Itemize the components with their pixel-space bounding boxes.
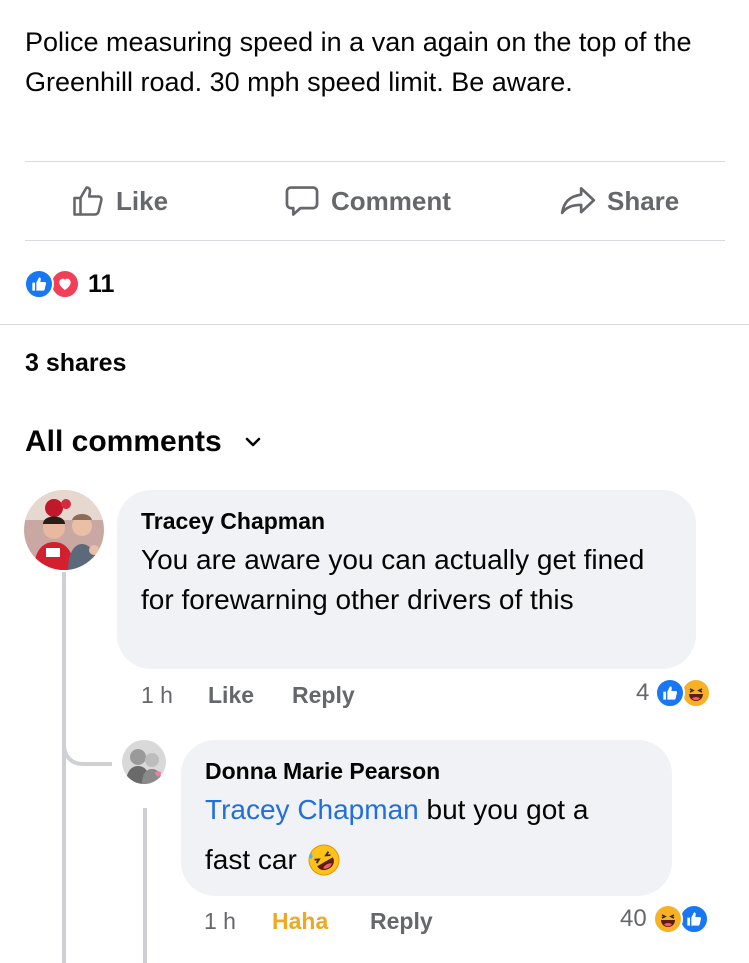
haha-icon	[652, 904, 683, 934]
divider-actions	[25, 240, 725, 241]
comment-author[interactable]: Tracey Chapman	[141, 508, 325, 535]
reply-reaction-count: 40	[620, 905, 647, 932]
avatar-tracey-chapman[interactable]	[24, 490, 104, 570]
reply-text-after-mention: but you got a	[418, 794, 589, 825]
share-button[interactable]: Share	[559, 162, 679, 240]
reply-text-line2-text: fast car	[205, 844, 297, 875]
reply-text-line2: fast car	[205, 840, 341, 880]
mention-link[interactable]: Tracey Chapman	[205, 794, 419, 825]
comment-like-button[interactable]: Like	[208, 682, 254, 709]
like-icon	[678, 904, 709, 934]
post-text: Police measuring speed in a van again on…	[25, 27, 692, 97]
reply-time: 1 h	[204, 908, 236, 934]
comment-bubble-icon	[285, 186, 319, 216]
comment-reaction-count: 4	[636, 679, 650, 706]
share-arrow-icon	[560, 186, 596, 215]
thread-line-main	[62, 572, 66, 963]
shares-count[interactable]: 3 shares	[25, 349, 126, 378]
comment-reply-button[interactable]: Reply	[292, 682, 355, 709]
comment-time: 1 h	[141, 682, 173, 708]
reply-bubble: Donna Marie Pearson Tracey Chapman but y…	[181, 740, 672, 896]
love-icon	[50, 269, 80, 299]
like-label: Like	[116, 185, 169, 216]
comments-filter-dropdown[interactable]: All comments	[25, 425, 264, 459]
like-icon	[24, 269, 54, 299]
reply-author[interactable]: Donna Marie Pearson	[205, 758, 440, 785]
reply-text-line1: Tracey Chapman but you got a	[205, 790, 665, 830]
share-label: Share	[607, 185, 680, 216]
thread-connector	[62, 720, 112, 766]
comment-bubble: Tracey Chapman You are aware you can act…	[117, 490, 696, 669]
reaction-summary[interactable]: 11	[24, 268, 114, 300]
rolling-on-floor-laughing-icon	[308, 844, 340, 876]
reaction-count: 11	[88, 269, 115, 298]
thread-line-reply	[143, 808, 147, 963]
chevron-down-icon	[245, 437, 260, 447]
comment-label: Comment	[331, 185, 451, 216]
comment-button[interactable]: Comment	[283, 162, 451, 240]
comment-reactions[interactable]: 4	[636, 678, 712, 708]
comments-filter-label: All comments	[25, 425, 222, 458]
reply-reply-button[interactable]: Reply	[370, 908, 433, 935]
reply-reactions[interactable]: 40	[620, 904, 709, 934]
like-icon	[655, 678, 686, 708]
thumbs-up-icon	[73, 186, 103, 216]
divider-full	[0, 324, 749, 325]
avatar-donna-marie-pearson[interactable]	[122, 740, 166, 784]
like-button[interactable]: Like	[70, 162, 168, 240]
haha-icon	[681, 678, 712, 708]
reply-haha-button[interactable]: Haha	[272, 908, 328, 935]
post-actions-bar: Like Comment Share	[25, 162, 725, 240]
comment-text: You are aware you can actually get fined…	[141, 544, 645, 615]
